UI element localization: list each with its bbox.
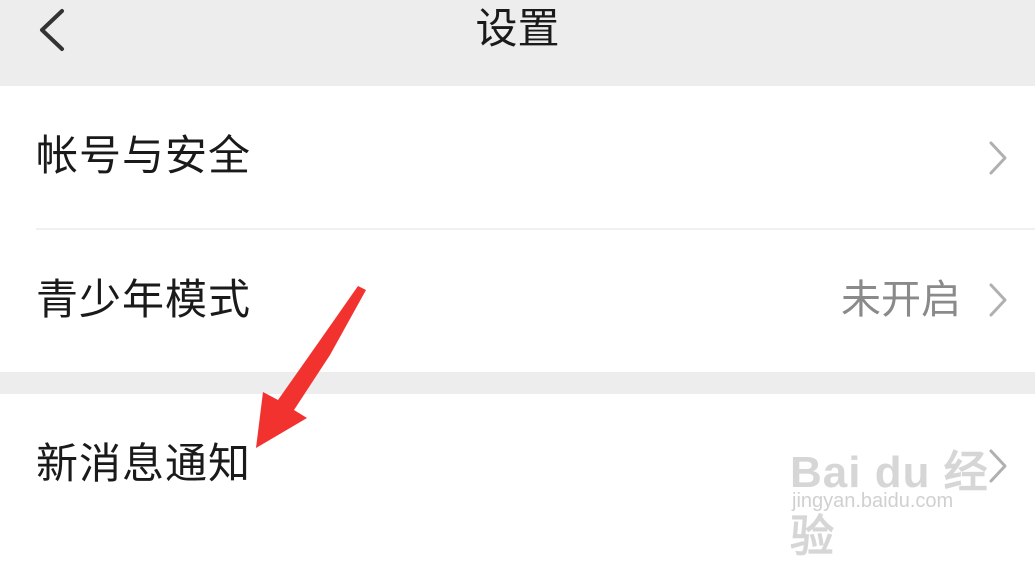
settings-item-label: 新消息通知 [36, 439, 252, 488]
settings-item-label: 帐号与安全 [36, 131, 252, 180]
nav-bar: 设置 [0, 0, 1035, 86]
settings-item-teen-mode[interactable]: 青少年模式 未开启 [0, 230, 1035, 370]
chevron-right-icon [989, 283, 1007, 317]
chevron-right-icon [989, 141, 1007, 175]
settings-group-account: 帐号与安全 青少年模式 未开启 [0, 86, 1035, 372]
settings-item-account-security[interactable]: 帐号与安全 [0, 86, 1035, 226]
settings-group-notifications: 新消息通知 [0, 394, 1035, 534]
section-gap [0, 372, 1035, 394]
chevron-right-icon [989, 449, 1007, 483]
settings-item-value: 未开启 [841, 277, 961, 323]
page-title: 设置 [475, 4, 560, 53]
settings-item-new-message-notification[interactable]: 新消息通知 [0, 394, 1035, 534]
settings-item-label: 青少年模式 [36, 275, 252, 324]
